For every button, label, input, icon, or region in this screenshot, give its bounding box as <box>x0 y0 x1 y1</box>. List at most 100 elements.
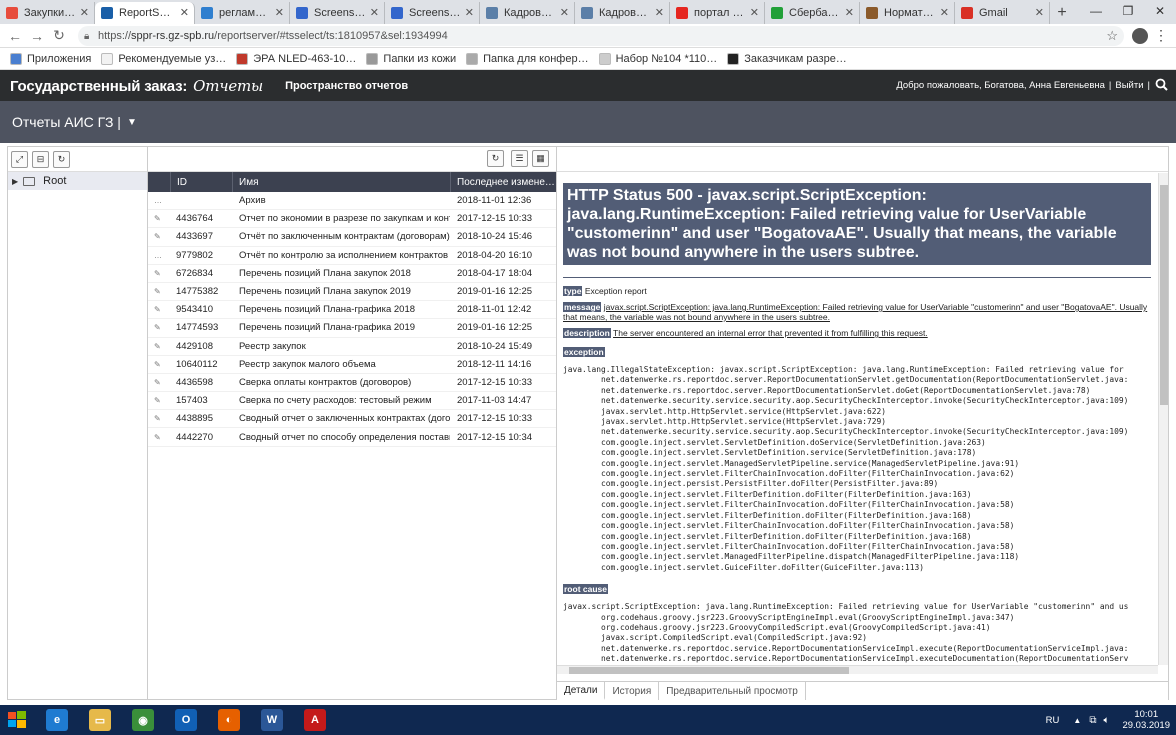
refresh-icon[interactable]: ↻ <box>487 150 504 167</box>
tab-details[interactable]: Детали <box>557 682 606 700</box>
app-brand[interactable]: Государственный заказ: Отчеты <box>10 77 263 95</box>
table-row[interactable]: ✎ 14774593 Перечень позиций Плана-графика … <box>148 319 556 338</box>
expand-arrow-icon[interactable]: ▶ <box>12 177 18 186</box>
search-icon[interactable] <box>1155 78 1168 91</box>
language-indicator[interactable]: RU <box>1046 715 1060 726</box>
bookmark-item[interactable]: Папки из кожи <box>366 52 456 65</box>
expand-icon[interactable]: ⤢ <box>11 150 28 168</box>
close-tab-icon[interactable]: ✕ <box>750 6 759 19</box>
browser-tab[interactable]: Нормативн… ✕ <box>860 2 955 24</box>
table-row[interactable]: ✎ 157403 Сверка по счету расходов: тестовы… <box>148 392 556 411</box>
table-row[interactable]: ✎ 6726834 Перечень позиций Плана закупок 2… <box>148 265 556 283</box>
close-tab-icon[interactable]: ✕ <box>1035 6 1044 19</box>
new-tab-button[interactable]: + <box>1050 2 1074 24</box>
folder-title[interactable]: Отчеты АИС ГЗ | <box>12 114 121 130</box>
maximize-icon[interactable]: ❐ <box>1112 0 1144 22</box>
cell-date: 2018-04-17 18:04 <box>457 267 533 279</box>
taskbar-app-outlook[interactable]: O <box>166 706 206 734</box>
column-header-name[interactable]: Имя <box>232 172 450 192</box>
browser-tab[interactable]: ReportServer ✕ <box>95 2 195 24</box>
bookmark-item[interactable]: Приложения <box>10 52 91 65</box>
bookmark-item[interactable]: Набор №104 *110… <box>598 52 717 65</box>
table-row[interactable]: ✎ 9543410 Перечень позиций Плана-графика 2… <box>148 301 556 320</box>
bookmark-item[interactable]: ЭРА NLED-463-10… <box>236 52 356 65</box>
browser-tab[interactable]: Кадровый п… ✕ <box>575 2 670 24</box>
table-row[interactable]: ✎ 4438895 Сводный отчет о заключенных конт… <box>148 410 556 429</box>
taskbar-app-ie[interactable]: e <box>37 706 77 734</box>
cell-name: Сверка оплаты контрактов (договоров) <box>239 376 412 388</box>
browser-tab[interactable]: Screenshot - ✕ <box>290 2 385 24</box>
cell-id: 9543410 <box>176 304 213 316</box>
close-tab-icon[interactable]: ✕ <box>80 6 89 19</box>
close-tab-icon[interactable]: ✕ <box>845 6 854 19</box>
tree-item-root[interactable]: ▶ Root <box>8 172 147 190</box>
collapse-icon[interactable]: ⊟ <box>32 150 49 168</box>
table-row[interactable]: ✎ 10640112 Реестр закупок малого объема 201… <box>148 356 556 374</box>
vertical-scrollbar[interactable] <box>1158 173 1168 665</box>
clock[interactable]: 10:01 29.03.2019 <box>1122 709 1170 731</box>
close-icon[interactable]: ✕ <box>1144 0 1176 22</box>
close-tab-icon[interactable]: ✕ <box>940 6 949 19</box>
url-input[interactable]: 🔒︎ https://sppr-rs.gz-spb.ru/reportserve… <box>78 26 1124 46</box>
table-row[interactable]: ✎ 4429108 Реестр закупок 2018-10-24 15:49 <box>148 338 556 356</box>
profile-avatar[interactable] <box>1132 28 1148 44</box>
close-tab-icon[interactable]: ✕ <box>275 6 284 19</box>
table-row[interactable]: … 9779802 Отчёт по контролю за исполнением… <box>148 247 556 265</box>
reload-icon[interactable]: ↻ <box>48 27 70 44</box>
minimize-icon[interactable]: — <box>1080 0 1112 22</box>
forward-icon[interactable]: → <box>26 28 48 44</box>
network-icon[interactable]: ⧉ <box>1089 715 1096 726</box>
browser-tab[interactable]: Gmail ✕ <box>955 2 1050 24</box>
close-tab-icon[interactable]: ✕ <box>180 6 189 19</box>
table-row[interactable]: ✎ 4442270 Сводный отчет по способу определ… <box>148 428 556 447</box>
close-tab-icon[interactable]: ✕ <box>465 6 474 19</box>
volume-icon[interactable]: 🔈︎ <box>1103 715 1109 726</box>
bookmark-item[interactable]: Заказчикам разре… <box>727 52 847 65</box>
table-body: … Архив 2018-11-01 12:36 ✎ 4436764 Отчет по э… <box>148 192 556 447</box>
refresh-icon[interactable]: ↻ <box>53 150 70 168</box>
close-tab-icon[interactable]: ✕ <box>655 6 664 19</box>
horizontal-scrollbar[interactable] <box>557 665 1158 674</box>
column-header-date[interactable]: Последнее измене… <box>450 172 556 192</box>
table-row[interactable]: ✎ 4433697 Отчёт по заключенным контрактам … <box>148 228 556 247</box>
back-icon[interactable]: ← <box>4 28 26 44</box>
tab-preview[interactable]: Предварительный просмотр <box>659 682 806 700</box>
table-row[interactable]: ✎ 4436598 Сверка оплаты контрактов (догово… <box>148 374 556 393</box>
taskbar-app-word[interactable]: W <box>252 706 292 734</box>
browser-tab[interactable]: Закупки :: От… ✕ <box>0 2 95 24</box>
close-tab-icon[interactable]: ✕ <box>370 6 379 19</box>
bookmark-item[interactable]: Папка для конфер… <box>466 52 589 65</box>
taskbar-app-firefox[interactable]: ◐ <box>209 706 249 734</box>
tab-history[interactable]: История <box>605 682 660 700</box>
taskbar-app-acrobat[interactable]: A <box>295 706 335 734</box>
browser-tab[interactable]: Сбербанк О… ✕ <box>765 2 860 24</box>
browser-tab[interactable]: Кадровый п… ✕ <box>480 2 575 24</box>
browser-tab[interactable]: регламентн… ✕ <box>195 2 290 24</box>
bookmark-star-icon[interactable]: ☆ <box>1106 28 1118 44</box>
list-view-icon[interactable]: ☰ <box>511 150 528 167</box>
table-row[interactable]: … Архив 2018-11-01 12:36 <box>148 192 556 211</box>
table-row[interactable]: ✎ 4436764 Отчет по экономии в разрезе по з… <box>148 210 556 229</box>
section-title[interactable]: Пространство отчетов <box>285 80 408 92</box>
grid-view-icon[interactable]: ▦ <box>532 150 549 167</box>
report-type-icon: ✎ <box>154 396 161 406</box>
tray-expand-icon[interactable]: ▲ <box>1073 716 1081 725</box>
exception-trace: java.lang.IllegalStateException: javax.s… <box>563 365 1129 572</box>
scrollbar-thumb[interactable] <box>569 667 849 674</box>
taskbar-app-chrome[interactable]: ◉ <box>123 706 163 734</box>
column-header-id[interactable]: ID <box>170 172 232 192</box>
browser-tab[interactable]: Screenshot - ✕ <box>385 2 480 24</box>
table-row[interactable]: ✎ 14775382 Перечень позиций Плана закупок … <box>148 283 556 302</box>
close-tab-icon[interactable]: ✕ <box>560 6 569 19</box>
cell-id: 9779802 <box>176 249 213 261</box>
browser-menu-icon[interactable]: ⋮ <box>1154 27 1168 44</box>
taskbar-app-explorer[interactable]: ▭ <box>80 706 120 734</box>
favicon-icon <box>296 7 308 19</box>
logout-link[interactable]: Выйти <box>1115 80 1143 91</box>
scrollbar-thumb[interactable] <box>1160 185 1168 405</box>
chevron-down-icon[interactable]: ▼ <box>127 117 137 128</box>
root-cause-label: root cause <box>563 584 608 595</box>
bookmark-item[interactable]: Рекомендуемые уз… <box>101 52 226 65</box>
browser-tab[interactable]: портал прое… ✕ <box>670 2 765 24</box>
start-button[interactable] <box>0 705 34 735</box>
